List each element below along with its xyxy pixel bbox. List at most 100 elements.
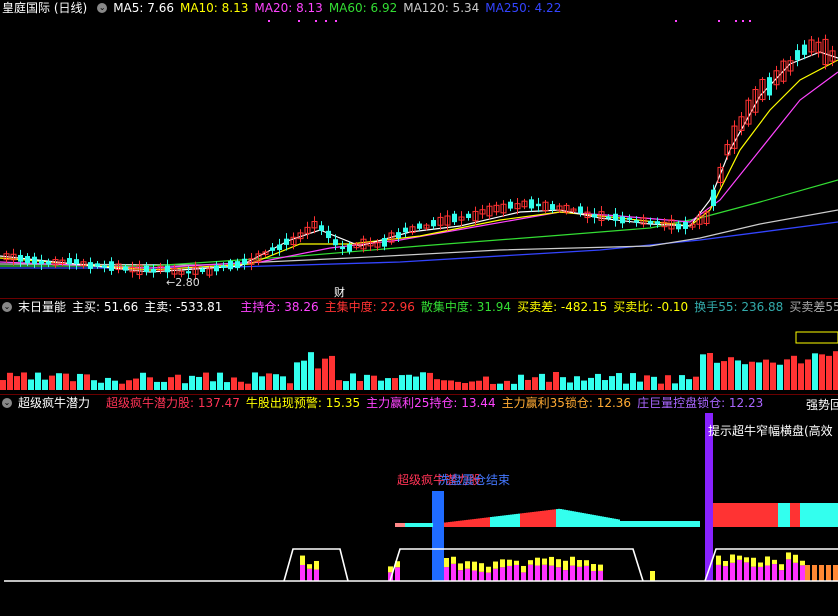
volume-bar (651, 376, 657, 390)
magenta-bar (528, 564, 533, 581)
volume-outline-box (795, 331, 838, 344)
volume-bar (504, 380, 510, 390)
band-segment (833, 503, 835, 527)
band-segment (731, 503, 733, 527)
band-segment (771, 503, 773, 527)
band-segment (786, 503, 788, 527)
candle-down (382, 237, 387, 247)
volume-bar (42, 379, 48, 390)
yellow-bar (563, 560, 568, 571)
band-segment (518, 513, 520, 527)
candle-down (39, 260, 44, 265)
band-segment (572, 511, 574, 527)
candle-down (536, 203, 541, 207)
yellow-bar (528, 560, 533, 565)
band-segment (775, 503, 777, 527)
yellow-bar (500, 559, 505, 568)
volume-chart[interactable] (0, 299, 838, 394)
volume-bar (210, 381, 216, 390)
magenta-bar (730, 562, 735, 581)
volume-bar (574, 376, 580, 390)
candle-down (431, 220, 436, 227)
band-segment (536, 511, 538, 527)
candle-down (529, 199, 534, 209)
band-segment (550, 509, 552, 527)
yellow-bar (758, 562, 763, 567)
volume-bar (28, 379, 34, 390)
band-segment (476, 518, 478, 527)
band-segment (773, 503, 775, 527)
magenta-bar (451, 563, 456, 581)
band-segment (425, 523, 427, 527)
band-segment (684, 521, 686, 527)
volume-bar (224, 382, 230, 390)
band-segment (759, 503, 761, 527)
band-segment (558, 508, 560, 527)
volume-bar (259, 376, 265, 390)
band-segment (450, 521, 452, 527)
volume-bar (112, 380, 118, 390)
volume-bar (182, 383, 188, 390)
volume-bar (637, 381, 643, 390)
yellow-bar (730, 554, 735, 563)
candlestick-chart[interactable] (0, 0, 838, 298)
candle-down (340, 246, 345, 250)
band-segment (809, 503, 811, 527)
band-segment (696, 521, 698, 527)
volume-bar (567, 382, 573, 390)
yellow-bar (800, 560, 805, 566)
candle-down (508, 201, 513, 209)
band-segment (608, 517, 610, 527)
magenta-bar (300, 564, 305, 581)
magenta-bar (549, 565, 554, 581)
volume-bar (756, 362, 762, 390)
band-segment (456, 521, 458, 527)
band-segment (534, 511, 536, 527)
band-segment (532, 511, 534, 527)
band-segment (648, 521, 650, 527)
volume-bar (462, 383, 468, 390)
candle-down (277, 244, 282, 251)
band-segment (642, 521, 644, 527)
candle-down (676, 223, 681, 230)
yellow-bar (307, 564, 312, 569)
band-segment (548, 510, 550, 527)
band-segment (478, 518, 480, 527)
finance-marker[interactable]: 财 (334, 284, 345, 298)
band-segment (794, 503, 796, 527)
volume-bar (189, 375, 195, 390)
band-segment (578, 512, 580, 527)
band-segment (484, 517, 486, 527)
volume-bar (322, 358, 328, 390)
band-segment (715, 503, 717, 527)
volume-bar (525, 379, 531, 390)
band-segment (423, 523, 425, 527)
magenta-bar (786, 559, 791, 581)
volume-bar (301, 360, 307, 390)
band-segment (508, 514, 510, 527)
band-segment (796, 503, 798, 527)
volume-bar (833, 351, 838, 390)
orange-bar (805, 565, 810, 581)
candle-down (655, 221, 660, 225)
volume-pane[interactable]: ⌄ 末日量能 主买: 51.66 主卖: -533.81 主持仓: 38.26 … (0, 299, 838, 394)
yellow-bar (507, 559, 512, 566)
volume-bar (252, 372, 258, 390)
volume-bar (77, 373, 83, 390)
band-segment (807, 503, 809, 527)
volume-bar (133, 378, 139, 390)
volume-bar (329, 355, 335, 390)
band-segment (680, 521, 682, 527)
band-segment (666, 521, 668, 527)
band-segment (636, 521, 638, 527)
band-segment (813, 503, 815, 527)
volume-bar (630, 373, 636, 390)
candle-down (795, 50, 800, 61)
yellow-bar (486, 566, 491, 573)
volume-bar (420, 372, 426, 390)
band-segment (743, 503, 745, 527)
band-segment (512, 514, 514, 527)
kline-pane[interactable]: 皇庭国际 (日线) ⌄ MA5: 7.66 MA10: 8.13 MA20: 8… (0, 0, 838, 298)
potential-pane[interactable]: ⌄ 超级疯牛潜力 超级疯牛潜力股: 137.47 牛股出现预警: 15.35 主… (0, 395, 838, 616)
band-segment (698, 521, 700, 527)
